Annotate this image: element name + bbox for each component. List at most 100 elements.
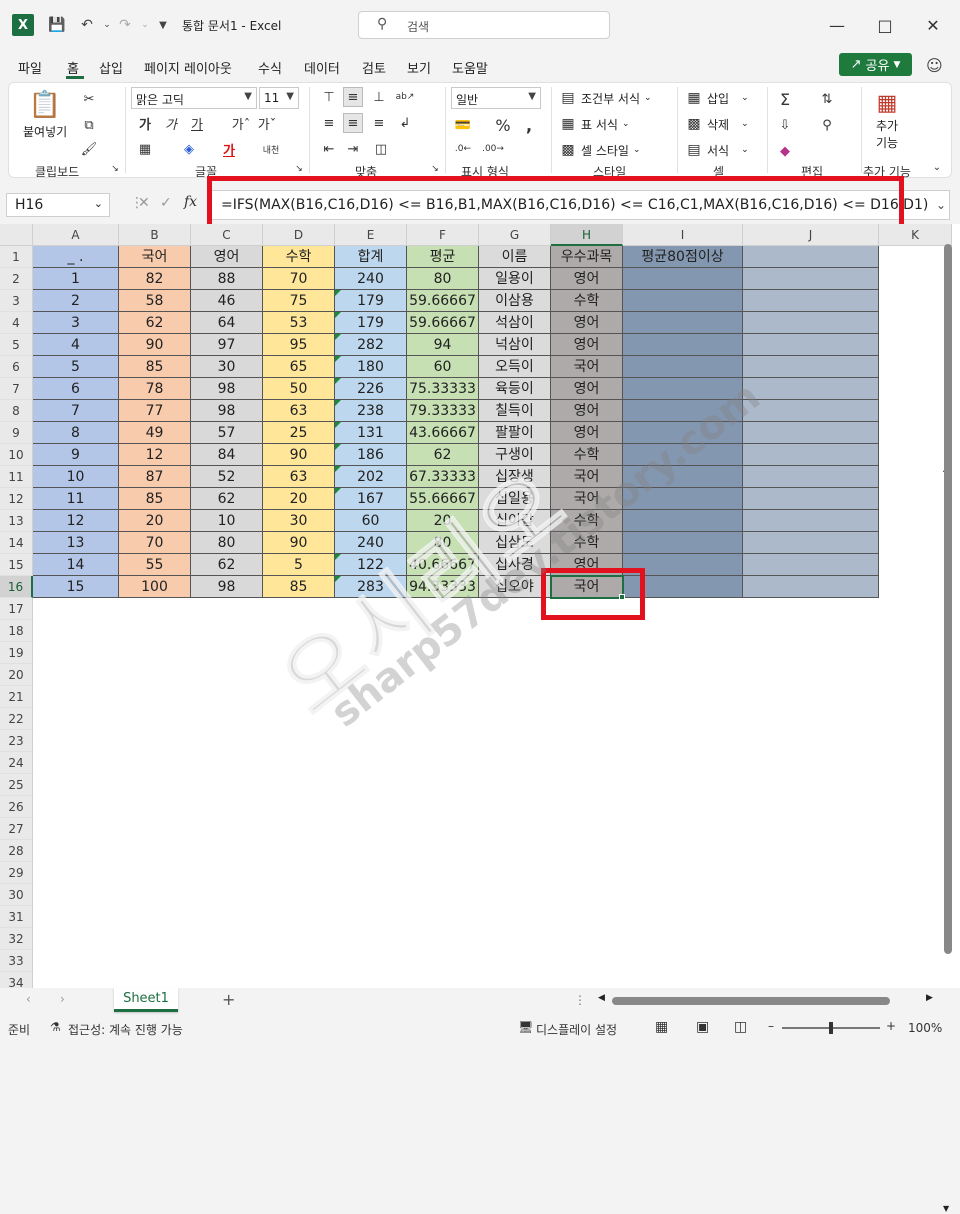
cell-b14[interactable]: 70 xyxy=(119,532,191,554)
horizontal-scroll-thumb[interactable] xyxy=(612,997,890,1005)
cell-d14[interactable]: 90 xyxy=(263,532,335,554)
column-header-g[interactable]: G xyxy=(479,224,551,246)
cell-e6[interactable]: 180 xyxy=(335,356,407,378)
cell-e2[interactable]: 240 xyxy=(335,268,407,290)
increase-indent-icon[interactable]: ⇥ xyxy=(343,139,363,159)
cell-d15[interactable]: 5 xyxy=(263,554,335,576)
cell-e5[interactable]: 282 xyxy=(335,334,407,356)
scroll-down-icon[interactable]: ▼ xyxy=(943,1204,949,1213)
cell-e15[interactable]: 122 xyxy=(335,554,407,576)
menu-review[interactable]: 검토 xyxy=(362,58,386,77)
cell-a16[interactable]: 15 xyxy=(33,576,119,598)
cell-j11[interactable] xyxy=(743,466,879,488)
cell-g6[interactable]: 오득이 xyxy=(479,356,551,378)
column-header-f[interactable]: F xyxy=(407,224,479,246)
redo-icon[interactable]: ↷ xyxy=(114,14,136,36)
row-header-8[interactable]: 8 xyxy=(0,400,33,422)
underline-icon[interactable]: 가 xyxy=(187,113,207,133)
cell-i7[interactable] xyxy=(623,378,743,400)
menu-insert[interactable]: 삽입 xyxy=(99,58,123,77)
increase-decimal-icon[interactable]: .0← xyxy=(453,139,473,159)
cell-i13[interactable] xyxy=(623,510,743,532)
cell-d8[interactable]: 63 xyxy=(263,400,335,422)
cell-i6[interactable] xyxy=(623,356,743,378)
close-icon[interactable]: ✕ xyxy=(920,12,946,38)
cell-b1[interactable]: 국어 xyxy=(119,246,191,268)
comma-style-icon[interactable]: , xyxy=(519,115,539,135)
cell-e10[interactable]: 186 xyxy=(335,444,407,466)
align-middle-icon[interactable]: ≡ xyxy=(343,87,363,107)
menu-file[interactable]: 파일 xyxy=(18,58,42,77)
cell-i14[interactable] xyxy=(623,532,743,554)
addins-button[interactable]: ▦ 추가 기능 xyxy=(873,89,901,151)
row-header-29[interactable]: 29 xyxy=(0,862,33,884)
cell-b11[interactable]: 87 xyxy=(119,466,191,488)
cell-d2[interactable]: 70 xyxy=(263,268,335,290)
cell-f11[interactable]: 67.33333 xyxy=(407,466,479,488)
cell-f12[interactable]: 55.66667 xyxy=(407,488,479,510)
share-button[interactable]: ↗ 공유 ▼ xyxy=(839,53,912,76)
cell-j13[interactable] xyxy=(743,510,879,532)
row-header-3[interactable]: 3 xyxy=(0,290,33,312)
cell-g8[interactable]: 칠득이 xyxy=(479,400,551,422)
menu-formulas[interactable]: 수식 xyxy=(258,58,282,77)
cell-e11[interactable]: 202 xyxy=(335,466,407,488)
decrease-font-icon[interactable]: 가ˇ xyxy=(257,113,277,133)
row-header-24[interactable]: 24 xyxy=(0,752,33,774)
format-as-table-button[interactable]: ▦ 표 서식 ⌄ xyxy=(559,115,629,133)
cell-e1[interactable]: 합계 xyxy=(335,246,407,268)
bold-icon[interactable]: 가 xyxy=(135,113,155,133)
cell-a9[interactable]: 8 xyxy=(33,422,119,444)
row-header-30[interactable]: 30 xyxy=(0,884,33,906)
cell-f6[interactable]: 60 xyxy=(407,356,479,378)
decrease-indent-icon[interactable]: ⇤ xyxy=(319,139,339,159)
column-header-a[interactable]: A xyxy=(33,224,119,246)
cell-e9[interactable]: 131 xyxy=(335,422,407,444)
cell-g9[interactable]: 팔팔이 xyxy=(479,422,551,444)
row-header-23[interactable]: 23 xyxy=(0,730,33,752)
cell-f1[interactable]: 평균 xyxy=(407,246,479,268)
cell-c2[interactable]: 88 xyxy=(191,268,263,290)
decrease-decimal-icon[interactable]: .00→ xyxy=(482,139,504,159)
dialog-launcher-icon[interactable]: ↘ xyxy=(293,163,305,175)
column-header-i[interactable]: I xyxy=(623,224,743,246)
font-name-combo[interactable]: 맑은 고딕 ▼ xyxy=(131,87,257,109)
cell-e4[interactable]: 179 xyxy=(335,312,407,334)
expand-formula-bar-icon[interactable]: ⌄ xyxy=(936,198,946,212)
accounting-format-icon[interactable]: 💳 xyxy=(453,115,473,135)
cell-c4[interactable]: 64 xyxy=(191,312,263,334)
fill-icon[interactable]: ⇩ xyxy=(775,115,795,135)
cell-c1[interactable]: 영어 xyxy=(191,246,263,268)
cell-a4[interactable]: 3 xyxy=(33,312,119,334)
minimize-icon[interactable]: — xyxy=(824,12,850,38)
align-left-icon[interactable]: ≡ xyxy=(319,113,339,133)
cell-i5[interactable] xyxy=(623,334,743,356)
cancel-icon[interactable]: ✕ xyxy=(138,195,150,211)
cell-d1[interactable]: 수학 xyxy=(263,246,335,268)
cell-f14[interactable]: 80 xyxy=(407,532,479,554)
cell-b9[interactable]: 49 xyxy=(119,422,191,444)
cell-a11[interactable]: 10 xyxy=(33,466,119,488)
cell-j15[interactable] xyxy=(743,554,879,576)
cell-i1[interactable]: 평균80점이상 xyxy=(623,246,743,268)
row-header-4[interactable]: 4 xyxy=(0,312,33,334)
row-header-16[interactable]: 16 xyxy=(0,576,33,598)
zoom-in-icon[interactable]: + xyxy=(886,1019,896,1033)
menu-page-layout[interactable]: 페이지 레이아웃 xyxy=(144,58,232,77)
row-header-7[interactable]: 7 xyxy=(0,378,33,400)
cell-b4[interactable]: 62 xyxy=(119,312,191,334)
cell-d4[interactable]: 53 xyxy=(263,312,335,334)
sheet-tab-sheet1[interactable]: Sheet1 xyxy=(114,988,178,1012)
cell-b5[interactable]: 90 xyxy=(119,334,191,356)
cell-c10[interactable]: 84 xyxy=(191,444,263,466)
percent-icon[interactable]: % xyxy=(493,115,513,135)
cell-b8[interactable]: 77 xyxy=(119,400,191,422)
cell-b12[interactable]: 85 xyxy=(119,488,191,510)
delete-cells-button[interactable]: ▩ 삭제 ⌄ xyxy=(685,115,748,133)
row-header-31[interactable]: 31 xyxy=(0,906,33,928)
row-header-6[interactable]: 6 xyxy=(0,356,33,378)
cell-h11[interactable]: 국어 xyxy=(551,466,623,488)
row-header-2[interactable]: 2 xyxy=(0,268,33,290)
orientation-icon[interactable]: ab↗ xyxy=(395,87,415,107)
select-all-corner[interactable] xyxy=(0,224,33,246)
